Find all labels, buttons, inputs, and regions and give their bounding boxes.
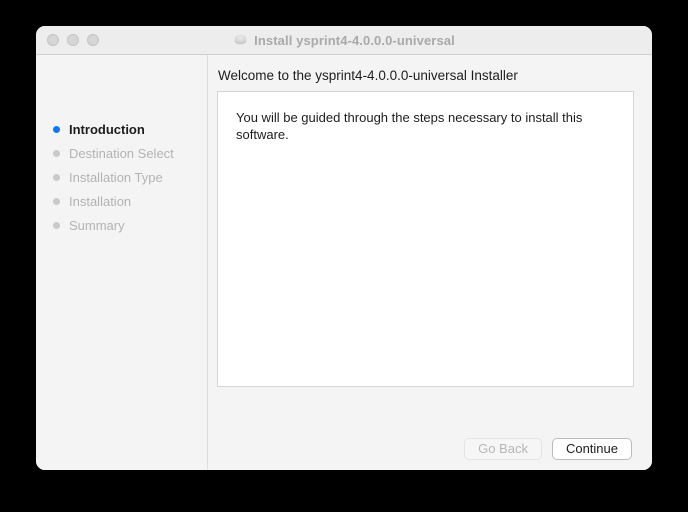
sidebar-step-summary: Summary	[36, 213, 207, 237]
sidebar-step-label: Introduction	[69, 122, 145, 137]
window-body: Introduction Destination Select Installa…	[36, 55, 652, 470]
step-bullet-icon	[53, 174, 60, 181]
sidebar-step-installation-type: Installation Type	[36, 165, 207, 189]
zoom-button[interactable]	[87, 34, 99, 46]
package-icon	[233, 33, 248, 48]
installer-button-bar: Go Back Continue	[464, 438, 632, 460]
installer-steps-sidebar: Introduction Destination Select Installa…	[36, 55, 208, 470]
continue-button[interactable]: Continue	[552, 438, 632, 460]
sidebar-step-introduction: Introduction	[36, 117, 207, 141]
window-titlebar[interactable]: Install ysprint4-4.0.0.0-universal	[36, 26, 652, 55]
installer-main-area: Welcome to the ysprint4-4.0.0.0-universa…	[208, 55, 652, 470]
sidebar-step-label: Installation Type	[69, 170, 163, 185]
step-bullet-icon	[53, 150, 60, 157]
installer-window: Install ysprint4-4.0.0.0-universal Intro…	[36, 26, 652, 470]
minimize-button[interactable]	[67, 34, 79, 46]
go-back-button[interactable]: Go Back	[464, 438, 542, 460]
traffic-light-buttons	[47, 26, 99, 54]
sidebar-step-installation: Installation	[36, 189, 207, 213]
step-bullet-icon	[53, 222, 60, 229]
sidebar-step-label: Summary	[69, 218, 125, 233]
welcome-body-text: You will be guided through the steps nec…	[218, 92, 633, 143]
sidebar-step-label: Destination Select	[69, 146, 174, 161]
sidebar-step-destination-select: Destination Select	[36, 141, 207, 165]
step-bullet-icon	[53, 198, 60, 205]
close-button[interactable]	[47, 34, 59, 46]
window-title: Install ysprint4-4.0.0.0-universal	[254, 33, 455, 48]
sidebar-step-label: Installation	[69, 194, 131, 209]
window-title-group: Install ysprint4-4.0.0.0-universal	[36, 26, 652, 54]
welcome-content-panel: You will be guided through the steps nec…	[217, 91, 634, 387]
page-title: Welcome to the ysprint4-4.0.0.0-universa…	[218, 68, 518, 83]
step-bullet-icon	[53, 126, 60, 133]
